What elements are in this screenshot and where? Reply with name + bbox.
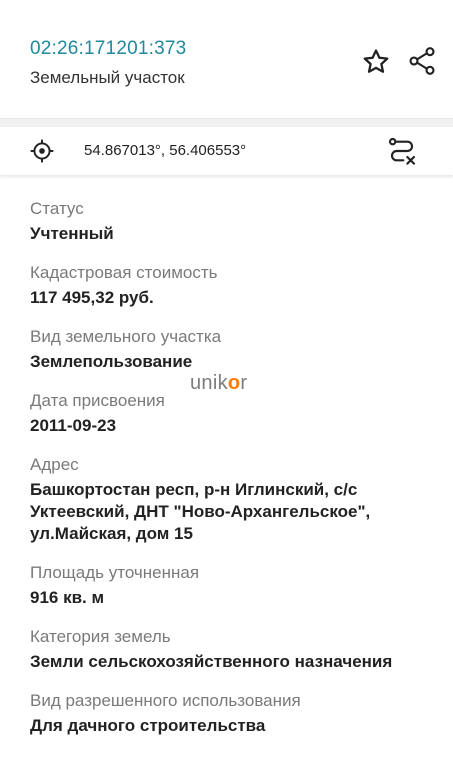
- field-value: 916 кв. м: [30, 588, 105, 607]
- field-value: 2011-09-23: [30, 416, 117, 435]
- favorite-star-icon[interactable]: [360, 46, 392, 78]
- field-label: Площадь уточненная: [30, 563, 200, 582]
- field-value: Башкортостан респ, р-н Иглинский, с/с Ук…: [30, 480, 371, 543]
- field-label: Статус: [30, 199, 84, 218]
- cadastral-number[interactable]: 02:26:171201:373: [30, 38, 186, 60]
- field-value: Земли сельскохозяйственного назначения: [30, 652, 393, 671]
- watermark-text-2: o: [227, 372, 241, 394]
- field-area: Площадь уточненная 916 кв. м: [30, 562, 440, 609]
- field-value: 117 495,32 руб.: [30, 288, 154, 307]
- route-icon[interactable]: [384, 133, 420, 169]
- header: 02:26:171201:373 Земельный участок: [0, 0, 453, 118]
- watermark-logo: unikor: [190, 372, 247, 395]
- field-label: Вид земельного участка: [30, 327, 222, 346]
- field-cadastral-cost: Кадастровая стоимость 117 495,32 руб.: [30, 262, 440, 309]
- field-status: Статус Учтенный: [30, 198, 440, 245]
- field-permitted-use: Вид разрешенного использования Для дачно…: [30, 690, 440, 737]
- field-value: Учтенный: [30, 224, 114, 243]
- field-value: Для дачного строительства: [30, 716, 266, 735]
- coordinates-text[interactable]: 54.867013°, 56.406553°: [84, 142, 246, 159]
- share-icon[interactable]: [405, 44, 439, 78]
- field-label: Кадастровая стоимость: [30, 263, 218, 282]
- watermark-text-1: unik: [190, 372, 228, 394]
- field-land-category: Категория земель Земли сельскохозяйствен…: [30, 626, 440, 673]
- watermark-text-3: r: [240, 372, 248, 394]
- location-target-icon[interactable]: [28, 137, 56, 165]
- field-land-type: Вид земельного участка Землепользование: [30, 326, 440, 373]
- field-label: Категория земель: [30, 627, 171, 646]
- coordinates-bar: 54.867013°, 56.406553°: [0, 127, 453, 175]
- field-assignment-date: Дата присвоения 2011-09-23: [30, 390, 440, 437]
- field-label: Вид разрешенного использования: [30, 691, 301, 710]
- object-type-subtitle: Земельный участок: [30, 68, 185, 87]
- field-value: Землепользование: [30, 352, 193, 371]
- field-address: Адрес Башкортостан респ, р-н Иглинский, …: [30, 454, 440, 545]
- details-list: Статус Учтенный Кадастровая стоимость 11…: [30, 198, 440, 754]
- field-label: Адрес: [30, 455, 79, 474]
